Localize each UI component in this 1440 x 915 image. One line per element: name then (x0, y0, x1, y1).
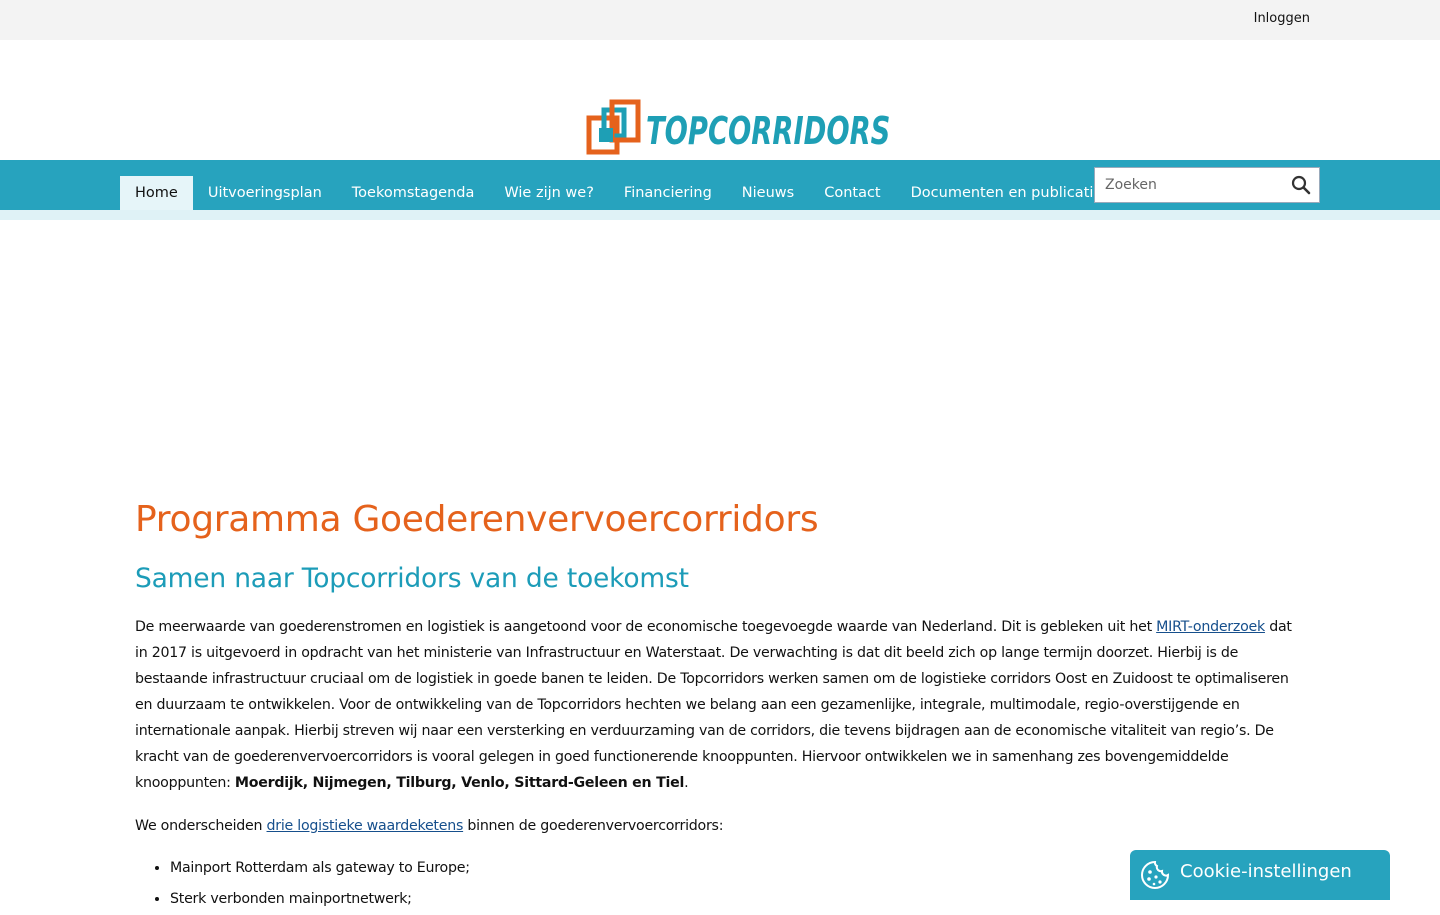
intro-paragraph: De meerwaarde van goederenstromen en log… (135, 614, 1305, 796)
logo-mark-icon (586, 99, 641, 155)
nav-item-nieuws[interactable]: Nieuws (727, 176, 809, 210)
mirt-onderzoek-link[interactable]: MIRT-onderzoek (1156, 619, 1265, 635)
nav-accent-stripe (0, 210, 1440, 220)
main-navigation: Home Uitvoeringsplan Toekomstagenda Wie zij… (0, 160, 1440, 210)
search-input[interactable] (1095, 168, 1275, 202)
nav-item-financiering[interactable]: Financiering (609, 176, 727, 210)
nav-item-toekomstagenda[interactable]: Toekomstagenda (337, 176, 490, 210)
waardeketens-paragraph: We onderscheiden drie logistieke waardek… (135, 813, 1305, 839)
search-icon[interactable] (1291, 175, 1311, 195)
site-logo[interactable]: TOPCORRIDORS (586, 98, 890, 158)
nav-menu: Home Uitvoeringsplan Toekomstagenda Wie zij… (120, 176, 1125, 210)
intro-text-2: dat in 2017 is uitgevoerd in opdracht va… (135, 619, 1292, 791)
waardeketens-text-2: binnen de goederenvervoercorridors: (463, 818, 724, 834)
nav-item-contact[interactable]: Contact (809, 176, 895, 210)
intro-text-1: De meerwaarde van goederenstromen en log… (135, 619, 1157, 635)
nav-item-wie-zijn-we[interactable]: Wie zijn we? (489, 176, 609, 210)
cookie-settings-button[interactable]: Cookie-instellingen (1130, 850, 1390, 900)
intro-text-end: . (684, 775, 689, 791)
header: TOPCORRIDORS (0, 40, 1440, 160)
cookie-icon (1141, 860, 1170, 889)
search-box (1094, 167, 1320, 203)
knooppunten-bold: Moerdijk, Nijmegen, Tilburg, Venlo, Sitt… (234, 775, 685, 791)
nav-item-documenten-en-publicaties[interactable]: Documenten en publicaties (896, 176, 1125, 210)
page-title: Programma Goederenvervoercorridors (135, 499, 819, 540)
login-link[interactable]: Inloggen (1254, 11, 1310, 26)
top-utility-bar: Inloggen (0, 0, 1440, 40)
nav-item-home[interactable]: Home (120, 176, 193, 210)
nav-item-uitvoeringsplan[interactable]: Uitvoeringsplan (193, 176, 337, 210)
page-subtitle: Samen naar Topcorridors van de toekomst (135, 563, 689, 594)
main-content: Programma Goederenvervoercorridors Samen… (135, 495, 1305, 915)
waardeketens-link[interactable]: drie logistieke waardeketens (267, 818, 464, 834)
logo-text: TOPCORRIDORS (646, 109, 891, 153)
waardeketens-text-1: We onderscheiden (135, 818, 267, 834)
cookie-settings-label: Cookie-instellingen (1180, 861, 1352, 882)
